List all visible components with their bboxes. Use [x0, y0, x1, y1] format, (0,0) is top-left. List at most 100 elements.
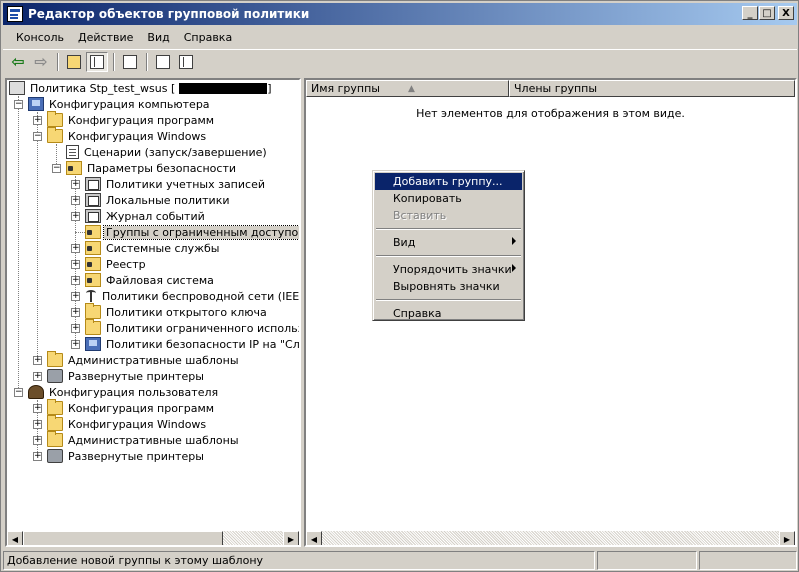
expand-toggle[interactable]: + — [33, 356, 42, 365]
tree-item-label: Конфигурация Windows — [68, 129, 207, 143]
scroll-right-button[interactable]: ▶ — [283, 531, 299, 545]
folder-icon — [47, 351, 63, 367]
tree-item-file-system[interactable]: Файловая система — [85, 272, 216, 288]
menu-action[interactable]: Действие — [71, 29, 140, 46]
expand-toggle[interactable]: + — [33, 452, 42, 461]
folder-up-icon — [67, 54, 81, 69]
expand-toggle[interactable]: + — [33, 436, 42, 445]
scroll-left-button[interactable]: ◀ — [7, 531, 23, 545]
tree-root-label: Политика Stp_test_wsus [ — [30, 81, 176, 95]
printer-icon — [47, 449, 63, 463]
menu-view[interactable]: Вид — [140, 29, 176, 46]
folder-icon — [47, 399, 63, 415]
menu-item-label: Упорядочить значки — [393, 263, 512, 276]
menu-arrange-icons[interactable]: Упорядочить значки — [375, 261, 522, 278]
expand-toggle[interactable]: + — [71, 260, 80, 269]
expand-toggle[interactable]: + — [71, 244, 80, 253]
list-horizontal-scrollbar[interactable]: ◀ ▶ — [306, 531, 795, 545]
help-button[interactable] — [152, 52, 174, 72]
show-tree-button[interactable] — [86, 51, 108, 72]
back-arrow-icon: ⇦ — [11, 51, 25, 71]
tree-item-registry[interactable]: Реестр — [85, 256, 148, 272]
toolbar-separator — [57, 52, 59, 71]
menu-help[interactable]: Справка — [375, 305, 522, 322]
collapse-toggle[interactable]: − — [52, 164, 61, 173]
scroll-track[interactable] — [322, 531, 779, 545]
submenu-arrow-icon — [512, 264, 516, 272]
expand-toggle[interactable]: + — [33, 404, 42, 413]
tree-root[interactable]: Политика Stp_test_wsus [] — [9, 80, 272, 96]
menu-help[interactable]: Справка — [177, 29, 239, 46]
menu-bar: Консоль Действие Вид Справка — [3, 27, 797, 47]
tree-item-label: Политики безопасности IP на "Служба ката… — [106, 337, 299, 351]
tree-item-label: Файловая система — [106, 273, 214, 287]
scroll-right-button[interactable]: ▶ — [779, 531, 795, 545]
tree-item-scripts[interactable]: Сценарии (запуск/завершение) — [66, 144, 269, 160]
folder-icon — [47, 127, 63, 143]
tree-item-restricted-groups[interactable]: Группы с ограниченным доступом — [85, 224, 299, 240]
tree-item-security-settings[interactable]: Параметры безопасности — [66, 160, 238, 176]
tree-item-local-policies[interactable]: Локальные политики — [85, 192, 232, 208]
tree-item-label: Локальные политики — [106, 193, 230, 207]
collapse-toggle[interactable]: − — [14, 388, 23, 397]
tree-item-event-log[interactable]: Журнал событий — [85, 208, 207, 224]
tree-item-admin-templates[interactable]: Административные шаблоны — [47, 351, 241, 368]
menu-copy[interactable]: Копировать — [375, 190, 522, 207]
tree-item-windows-settings[interactable]: Конфигурация Windows — [47, 127, 208, 144]
scroll-track[interactable] — [23, 531, 283, 545]
expand-toggle[interactable]: + — [71, 196, 80, 205]
scroll-thumb[interactable] — [23, 531, 223, 545]
context-menu: Добавить группу... Копировать Вставить В… — [372, 170, 525, 321]
expand-toggle[interactable]: + — [71, 276, 80, 285]
expand-toggle[interactable]: + — [71, 212, 80, 221]
scroll-left-button[interactable]: ◀ — [306, 531, 322, 545]
folder-icon — [47, 415, 63, 431]
expand-toggle[interactable]: + — [33, 372, 42, 381]
tree-item-user-deployed-printers[interactable]: Развернутые принтеры — [47, 448, 206, 464]
tree-item-public-key-policies[interactable]: Политики открытого ключа — [85, 303, 269, 320]
tree-item-computer-config[interactable]: Конфигурация компьютера — [28, 96, 212, 112]
tree-item-wireless-policies[interactable]: Политики беспроводной сети (IEEE 802.11) — [85, 288, 299, 304]
up-level-button[interactable] — [63, 52, 85, 72]
menu-view-submenu[interactable]: Вид — [375, 234, 522, 251]
console-tree[interactable]: Политика Stp_test_wsus [] − Конфигурация… — [5, 78, 301, 547]
tree-horizontal-scrollbar[interactable]: ◀ ▶ — [7, 531, 299, 545]
collapse-toggle[interactable]: − — [33, 132, 42, 141]
expand-toggle[interactable]: + — [71, 340, 80, 349]
expand-toggle[interactable]: + — [71, 180, 80, 189]
tree-item-label-selected: Группы с ограниченным доступом — [103, 224, 299, 240]
menu-line-up-icons[interactable]: Выровнять значки — [375, 278, 522, 295]
column-group-name[interactable]: Имя группы ▲ — [306, 80, 509, 97]
collapse-toggle[interactable]: − — [14, 100, 23, 109]
expand-toggle[interactable]: + — [71, 324, 80, 333]
close-button[interactable]: X — [778, 6, 794, 20]
column-group-members[interactable]: Члены группы — [509, 80, 795, 97]
policy-icon — [85, 193, 101, 207]
menu-add-group[interactable]: Добавить группу... — [375, 173, 522, 190]
back-button[interactable]: ⇦ — [7, 52, 29, 72]
expand-toggle[interactable]: + — [33, 116, 42, 125]
export-list-button[interactable] — [119, 52, 141, 72]
maximize-button[interactable]: □ — [759, 6, 775, 20]
show-hide-action-pane-button[interactable] — [175, 52, 197, 72]
tree-item-user-config[interactable]: Конфигурация пользователя — [28, 384, 220, 400]
tree-item-user-admin-templates[interactable]: Административные шаблоны — [47, 431, 241, 448]
tree-item-ip-security[interactable]: Политики безопасности IP на "Служба ката… — [85, 336, 299, 352]
minimize-button[interactable]: _ — [742, 6, 758, 20]
forward-button[interactable]: ⇨ — [30, 52, 52, 72]
tree-item-user-windows-settings[interactable]: Конфигурация Windows — [47, 415, 208, 432]
menu-console[interactable]: Консоль — [9, 29, 71, 46]
tree-item-system-services[interactable]: Системные службы — [85, 240, 221, 256]
ip-security-icon — [85, 337, 101, 351]
tree-item-deployed-printers[interactable]: Развернутые принтеры — [47, 368, 206, 384]
expand-toggle[interactable]: + — [33, 420, 42, 429]
expand-toggle[interactable]: + — [71, 292, 80, 301]
tree-item-label: Сценарии (запуск/завершение) — [84, 145, 267, 159]
title-bar[interactable]: Редактор объектов групповой политики _ □… — [3, 3, 797, 25]
tree-item-software-restriction[interactable]: Политики ограниченного использования про… — [85, 319, 299, 336]
tree-item-user-software-settings[interactable]: Конфигурация программ — [47, 399, 216, 416]
tree-item-label: Развернутые принтеры — [68, 369, 204, 383]
expand-toggle[interactable]: + — [71, 308, 80, 317]
tree-item-account-policies[interactable]: Политики учетных записей — [85, 176, 267, 192]
tree-item-software-settings[interactable]: Конфигурация программ — [47, 111, 216, 128]
